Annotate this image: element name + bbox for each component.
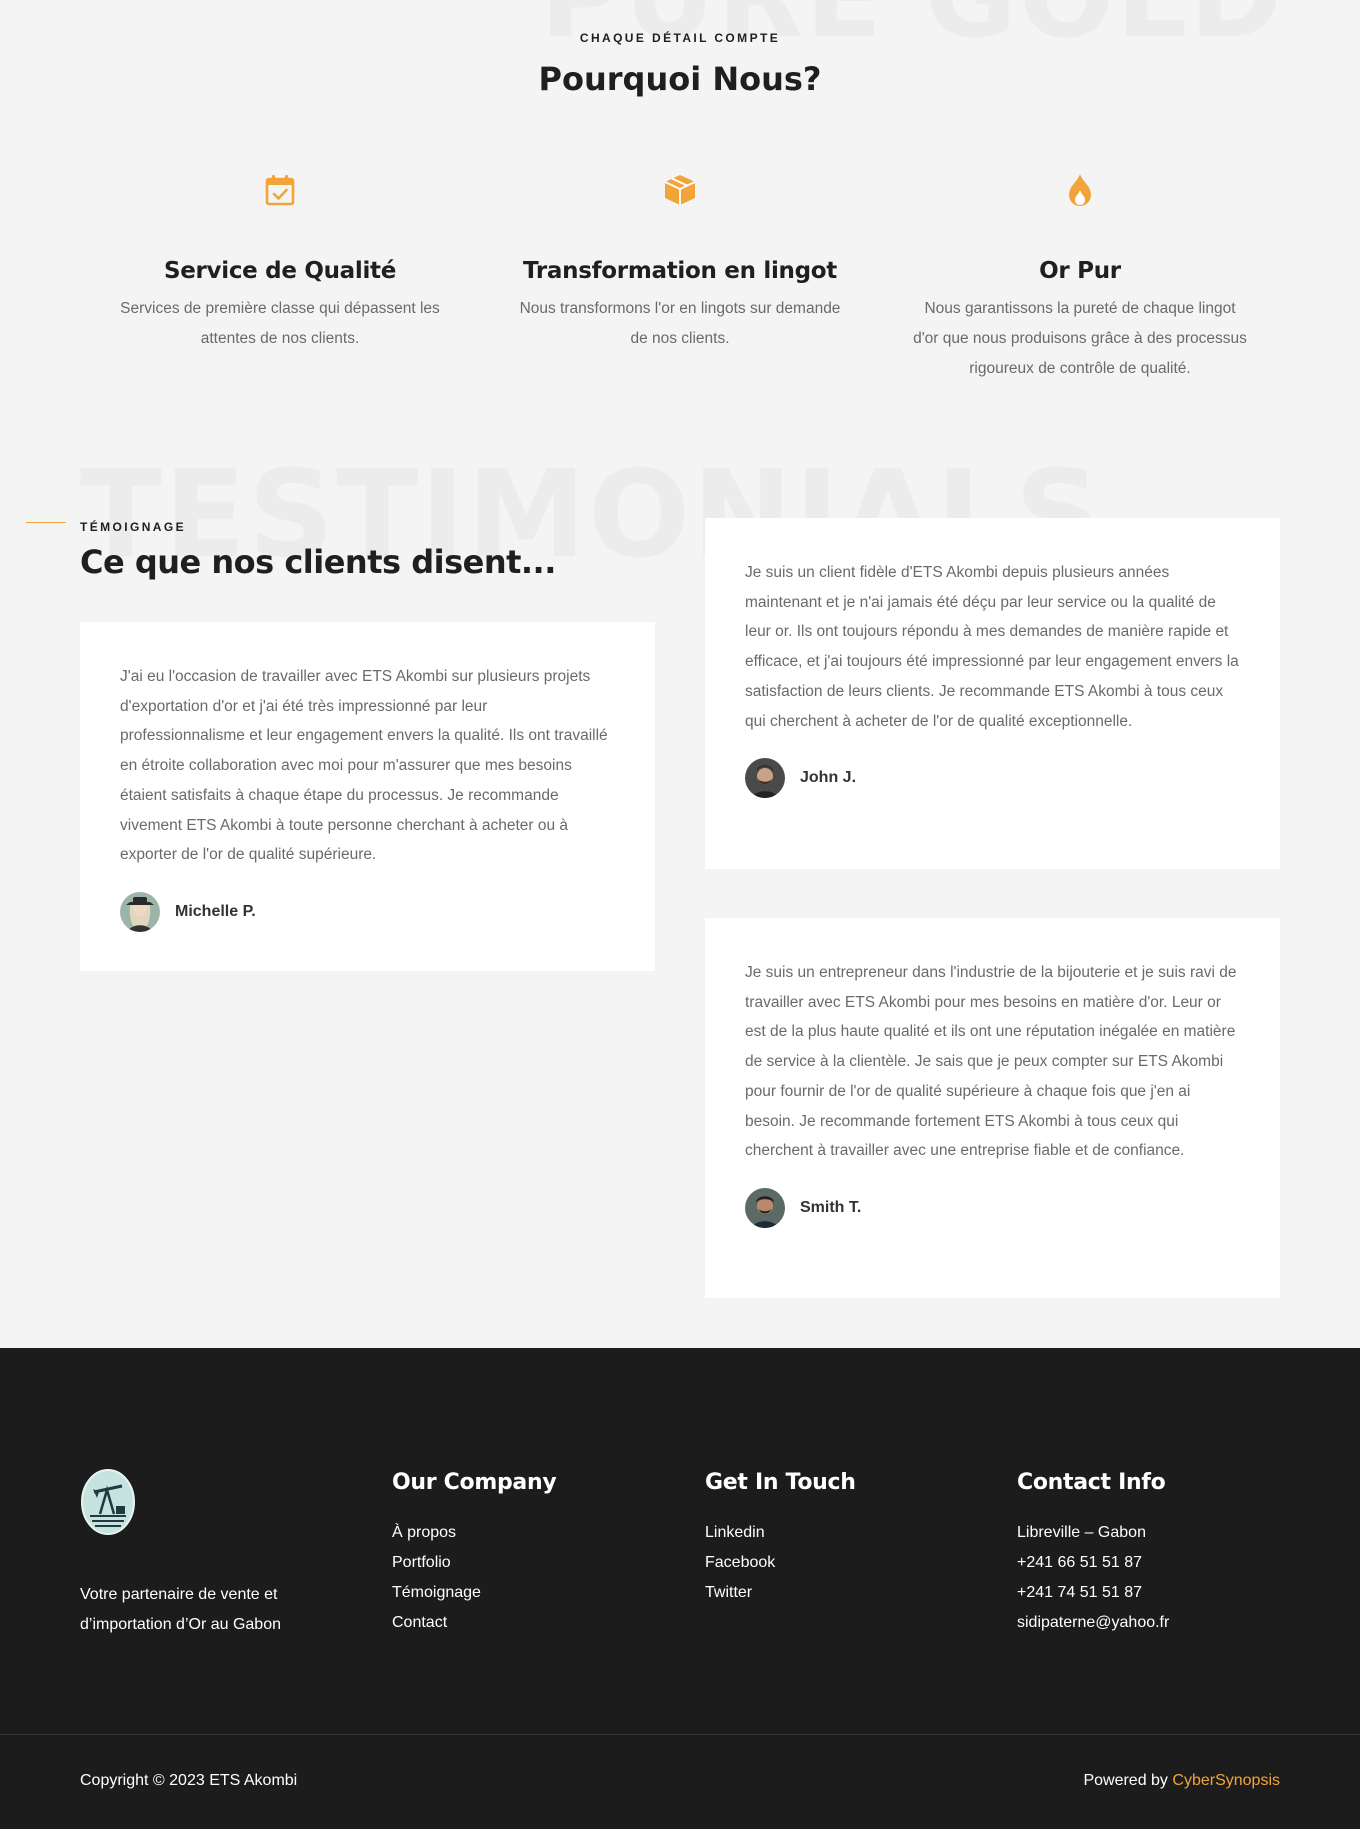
footer-column-title: Contact Info: [1017, 1470, 1166, 1495]
contact-address: Libreville – Gabon: [1017, 1524, 1146, 1541]
feature-pure-gold: Or Pur Nous garantissons la pureté de ch…: [910, 170, 1250, 384]
footer-link-portfolio[interactable]: Portfolio: [392, 1548, 556, 1578]
avatar: [745, 1187, 785, 1228]
company-logo[interactable]: [80, 1468, 136, 1536]
feature-title: Transformation en lingot: [523, 258, 837, 284]
feature-quality-service: Service de Qualité Services de première …: [110, 170, 450, 354]
section-title: Ce que nos clients disent...: [80, 543, 556, 581]
footer-link-testimonials[interactable]: Témoignage: [392, 1578, 556, 1608]
flame-icon: [1069, 174, 1091, 206]
why-us-section: PURE GOLD CHAQUE DÉTAIL COMPTE Pourquoi …: [0, 0, 1360, 460]
feature-description: Services de première classe qui dépassen…: [120, 300, 440, 347]
footer-link-about[interactable]: À propos: [392, 1518, 556, 1548]
testimonial-card: J'ai eu l'occasion de travailler avec ET…: [80, 622, 655, 971]
footer-column-company: Our Company À propos Portfolio Témoignag…: [392, 1470, 557, 1638]
feature-description: Nous transformons l'or en lingots sur de…: [519, 300, 841, 347]
feature-title: Or Pur: [1039, 258, 1121, 284]
testimonial-author: John J.: [745, 758, 1240, 799]
footer-column-title: Our Company: [392, 1470, 557, 1495]
testimonial-text: Je suis un client fidèle d'ETS Akombi de…: [745, 564, 1239, 730]
footer-column-contact-info: Contact Info Libreville – Gabon +241 66 …: [1017, 1470, 1169, 1638]
testimonial-author: Smith T.: [745, 1187, 1240, 1228]
powered-by-link[interactable]: CyberSynopsis: [1172, 1772, 1280, 1789]
copyright-text: Copyright © 2023 ETS Akombi: [80, 1772, 298, 1789]
contact-phone: +241 74 51 51 87: [1017, 1584, 1143, 1601]
powered-by: Powered by CyberSynopsis: [1083, 1772, 1280, 1790]
section-title: Pourquoi Nous?: [538, 60, 822, 98]
footer-column-get-in-touch: Get In Touch Linkedin Facebook Twitter: [705, 1470, 856, 1608]
footer-column-title: Get In Touch: [705, 1470, 856, 1495]
contact-email[interactable]: sidipaterne@yahoo.fr: [1017, 1608, 1169, 1638]
testimonial-text: Je suis un entrepreneur dans l'industrie…: [745, 964, 1237, 1160]
section-eyebrow: CHAQUE DÉTAIL COMPTE: [579, 31, 781, 45]
footer-link-linkedin[interactable]: Linkedin: [705, 1518, 856, 1548]
testimonial-author: Michelle P.: [120, 891, 615, 932]
testimonial-card: Je suis un entrepreneur dans l'industrie…: [705, 918, 1280, 1298]
avatar: [745, 758, 785, 799]
author-name: Smith T.: [800, 1198, 862, 1216]
section-eyebrow: TÉMOIGNAGE: [80, 520, 187, 534]
footer-divider: [0, 1734, 1360, 1735]
site-footer: Votre partenaire de vente et d’importati…: [0, 1348, 1360, 1829]
calendar-check-icon: [265, 175, 295, 206]
footer-tagline: Votre partenaire de vente et d’importati…: [80, 1586, 281, 1633]
powered-by-label: Powered by: [1083, 1772, 1168, 1789]
feature-description: Nous garantissons la pureté de chaque li…: [913, 300, 1247, 377]
footer-link-twitter[interactable]: Twitter: [705, 1578, 856, 1608]
contact-phone: +241 66 51 51 87: [1017, 1554, 1143, 1571]
avatar: [120, 891, 160, 932]
author-name: John J.: [800, 769, 857, 787]
footer-link-facebook[interactable]: Facebook: [705, 1548, 856, 1578]
background-watermark: PURE GOLD: [540, 0, 1284, 54]
testimonial-card: Je suis un client fidèle d'ETS Akombi de…: [705, 518, 1280, 869]
testimonial-text: J'ai eu l'occasion de travailler avec ET…: [120, 668, 608, 864]
cube-icon: [664, 175, 696, 205]
feature-ingot-transformation: Transformation en lingot Nous transformo…: [510, 170, 850, 354]
author-name: Michelle P.: [175, 902, 256, 920]
footer-link-contact[interactable]: Contact: [392, 1608, 556, 1638]
feature-title: Service de Qualité: [163, 258, 397, 284]
eyebrow-accent-line: [26, 522, 66, 523]
